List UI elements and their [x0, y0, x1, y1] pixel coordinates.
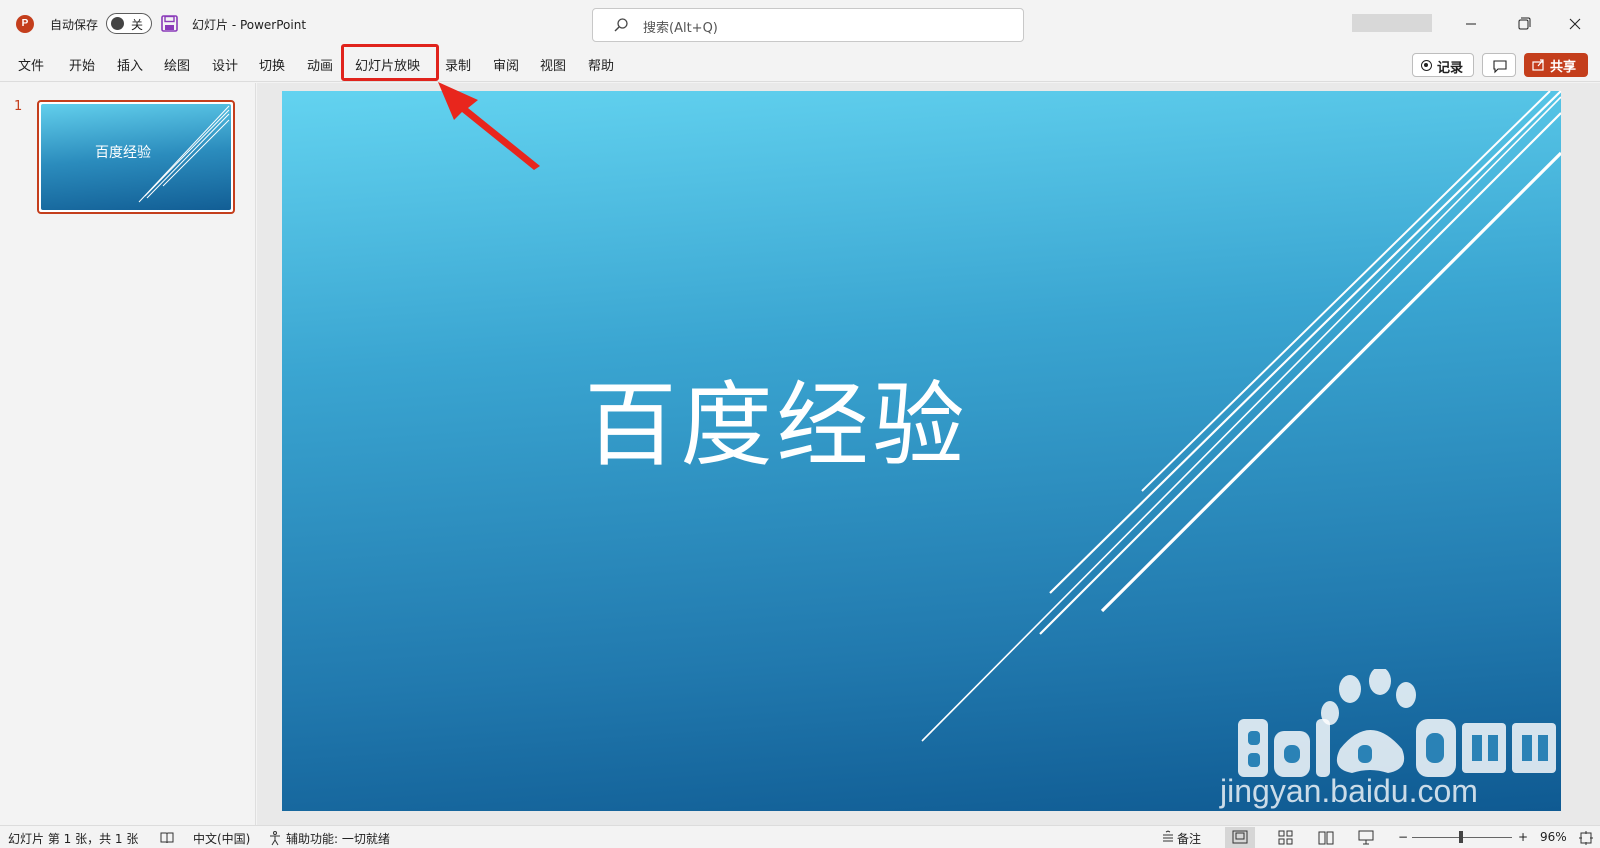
zoom-out-button[interactable]: −	[1398, 830, 1408, 844]
language-status[interactable]: 中文(中国)	[193, 830, 250, 847]
record-button[interactable]: 记录	[1412, 53, 1474, 77]
comment-icon	[1493, 60, 1507, 74]
autosave-label: 自动保存	[50, 18, 99, 32]
autosave-state: 关	[131, 18, 144, 32]
search-input[interactable]: 搜索(Alt+Q)	[592, 8, 1024, 42]
record-label: 记录	[1437, 61, 1464, 76]
notes-button[interactable]: 备注	[1177, 830, 1201, 847]
tab-draw[interactable]: 绘图	[164, 55, 190, 74]
watermark-url: jingyan.baidu.com	[1220, 773, 1478, 809]
slide-show-view-icon[interactable]	[1351, 827, 1381, 848]
tab-transitions[interactable]: 切换	[259, 55, 285, 74]
thumbnail-preview: 百度经验	[41, 104, 231, 210]
tab-design[interactable]: 设计	[212, 55, 238, 74]
normal-view-icon[interactable]	[1225, 827, 1255, 848]
save-icon[interactable]	[161, 15, 178, 32]
search-placeholder: 搜索(Alt+Q)	[643, 21, 718, 36]
slide-thumbnail-1[interactable]: 百度经验	[37, 100, 235, 214]
comments-button[interactable]	[1482, 53, 1516, 77]
annotation-arrow-icon	[438, 82, 540, 170]
spell-check-book-icon[interactable]	[159, 830, 175, 846]
slide-count-status: 幻灯片 第 1 张，共 1 张	[8, 832, 139, 846]
main-slide[interactable]: 百度经验 jingyan.baidu.com	[282, 91, 1561, 811]
autosave-toggle[interactable]: 关	[106, 13, 152, 34]
tab-record[interactable]: 录制	[445, 55, 471, 74]
reading-view-icon[interactable]	[1311, 827, 1341, 848]
zoom-slider-thumb[interactable]	[1459, 831, 1463, 843]
tab-file[interactable]: 文件	[18, 55, 44, 74]
tab-animations[interactable]: 动画	[307, 55, 333, 74]
powerpoint-logo-icon: P	[16, 15, 34, 33]
title-bar: P 自动保存 关 幻灯片 - PowerPoint 搜索(Alt+Q)	[0, 0, 1600, 46]
tab-home[interactable]: 开始	[69, 55, 95, 74]
tab-view[interactable]: 视图	[540, 55, 566, 74]
status-bar: 幻灯片 第 1 张，共 1 张 中文(中国) 辅助功能: 一切就绪 备注 − +…	[0, 825, 1600, 848]
slide-show-tab-highlight-box	[341, 44, 439, 81]
user-account-avatar[interactable]	[1352, 14, 1432, 32]
share-icon	[1532, 59, 1544, 71]
tab-review[interactable]: 审阅	[493, 55, 519, 74]
accessibility-icon[interactable]	[267, 830, 283, 846]
close-icon[interactable]	[1560, 10, 1590, 38]
thumbnail-slide-number: 1	[14, 99, 23, 114]
restore-icon[interactable]	[1509, 10, 1539, 38]
minimize-icon[interactable]	[1456, 10, 1486, 38]
tab-help[interactable]: 帮助	[588, 55, 614, 74]
document-title: 幻灯片 - PowerPoint	[192, 18, 307, 32]
zoom-level[interactable]: 96%	[1540, 830, 1567, 844]
share-label: 共享	[1550, 60, 1577, 75]
fit-to-window-icon[interactable]	[1578, 830, 1594, 846]
thumbnail-decorative-lines	[138, 105, 230, 203]
share-button[interactable]: 共享	[1524, 53, 1588, 77]
zoom-in-button[interactable]: +	[1518, 830, 1528, 844]
ribbon-tab-bar: 文件 开始 插入 绘图 设计 切换 动画 幻灯片放映 录制 审阅 视图 帮助	[0, 46, 1600, 82]
toggle-knob	[111, 17, 124, 30]
search-icon	[614, 18, 628, 32]
tab-insert[interactable]: 插入	[117, 55, 143, 74]
notes-icon[interactable]	[1160, 830, 1176, 846]
accessibility-status[interactable]: 辅助功能: 一切就绪	[286, 830, 390, 847]
record-icon	[1421, 60, 1432, 71]
slide-sorter-view-icon[interactable]	[1271, 827, 1301, 848]
